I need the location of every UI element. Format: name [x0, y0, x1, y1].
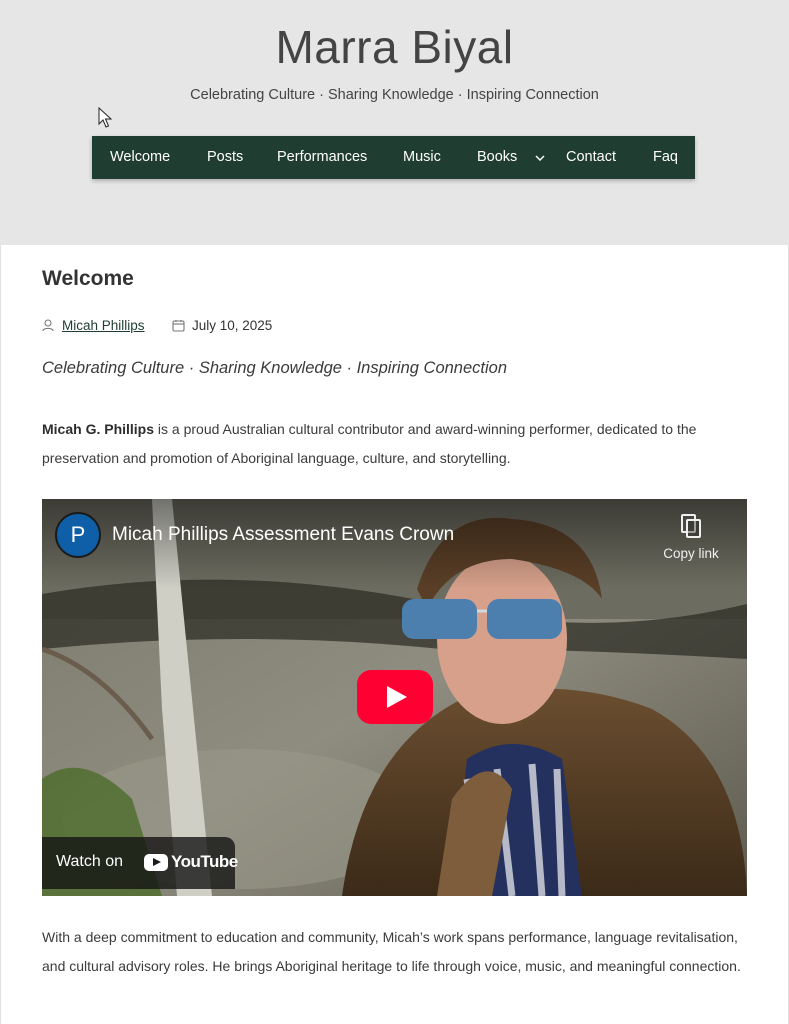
- intro-paragraph: Micah G. Phillips is a proud Australian …: [42, 415, 757, 473]
- intro-name: Micah G. Phillips: [42, 421, 155, 437]
- post-author: Micah Phillips: [42, 318, 145, 333]
- watch-on-label: Watch on: [56, 853, 123, 870]
- play-icon: [387, 686, 407, 708]
- copy-icon: [681, 514, 701, 538]
- calendar-icon: [172, 320, 185, 332]
- nav-item-contact[interactable]: Contact: [566, 136, 616, 179]
- nav-item-performances[interactable]: Performances: [277, 136, 367, 179]
- site-tagline: Celebrating Culture · Sharing Knowledge …: [190, 87, 599, 103]
- chevron-down-icon[interactable]: [533, 136, 547, 179]
- play-button[interactable]: [357, 670, 433, 724]
- post-content: Welcome Micah Phillips July 10, 2025 Cel…: [0, 245, 789, 1024]
- post-lead: Celebrating Culture · Sharing Knowledge …: [42, 359, 508, 377]
- youtube-logo-icon: [144, 854, 168, 871]
- nav-item-books[interactable]: Books: [477, 136, 517, 179]
- nav-item-welcome[interactable]: Welcome: [110, 136, 170, 179]
- copy-link-label: Copy link: [663, 546, 719, 561]
- site-title[interactable]: Marra Biyal: [0, 20, 789, 74]
- post-title: Welcome: [42, 267, 134, 290]
- date-text: July 10, 2025: [192, 318, 273, 333]
- user-icon: [42, 319, 54, 332]
- nav-item-posts[interactable]: Posts: [207, 136, 243, 179]
- video-title[interactable]: Micah Phillips Assessment Evans Crown: [112, 524, 454, 546]
- copy-link-button[interactable]: Copy link: [654, 514, 728, 561]
- mouse-cursor-icon: [98, 107, 113, 128]
- author-link[interactable]: Micah Phillips: [62, 318, 145, 333]
- post-date: July 10, 2025: [172, 318, 272, 333]
- outro-paragraph: With a deep commitment to education and …: [42, 929, 741, 974]
- watch-on-youtube-button[interactable]: Watch on YouTube: [42, 837, 238, 889]
- nav-item-music[interactable]: Music: [403, 136, 441, 179]
- site-header: Marra Biyal Celebrating Culture · Sharin…: [0, 0, 789, 245]
- nav-item-faq[interactable]: Faq: [653, 136, 678, 179]
- main-navigation: Welcome Posts Performances Music Books C…: [92, 136, 695, 179]
- channel-avatar[interactable]: P: [55, 512, 101, 558]
- youtube-logo-text: YouTube: [171, 852, 238, 871]
- youtube-embed[interactable]: P Micah Phillips Assessment Evans Crown …: [42, 499, 747, 896]
